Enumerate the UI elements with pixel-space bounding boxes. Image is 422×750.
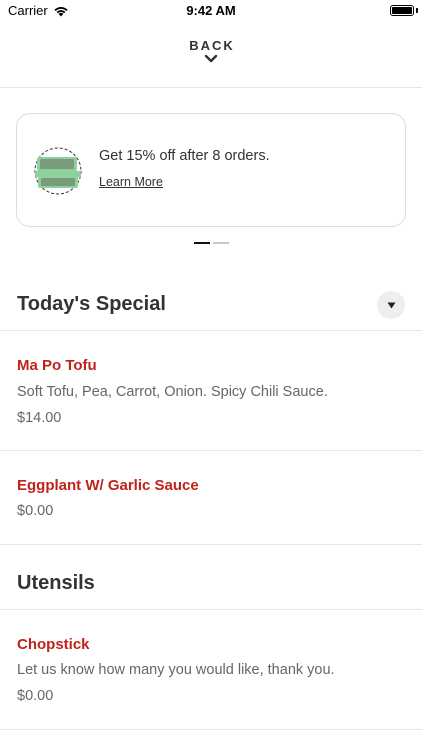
carousel-pager [0, 242, 422, 244]
takeout-box-icon [34, 147, 82, 195]
pager-dot-active[interactable] [193, 242, 210, 244]
item-description: Soft Tofu, Pea, Carrot, Onion. Spicy Chi… [17, 384, 328, 400]
menu-item-ma-po-tofu[interactable]: Ma Po Tofu Soft Tofu, Pea, Carrot, Onion… [0, 331, 422, 451]
caret-down-icon [387, 302, 395, 308]
chevron-down-icon [204, 54, 218, 63]
item-name: Chopstick [17, 636, 90, 653]
item-name: Ma Po Tofu [17, 357, 97, 374]
promo-text: Get 15% off after 8 orders. [99, 148, 270, 164]
item-price: $0.00 [17, 503, 54, 519]
section-title: Utensils [17, 572, 95, 594]
section-header-utensils: Utensils [0, 558, 422, 610]
section-title: Today's Special [17, 293, 166, 315]
item-price: $0.00 [17, 688, 54, 704]
battery-icon [390, 5, 414, 16]
item-description: Let us know how many you would like, tha… [17, 662, 335, 678]
learn-more-link[interactable]: Learn More [99, 175, 163, 189]
battery-tip [416, 8, 418, 13]
header: BACK [0, 24, 422, 88]
status-bar: Carrier 9:42 AM [0, 0, 422, 24]
status-time: 9:42 AM [186, 3, 236, 18]
back-label: BACK [189, 38, 235, 53]
back-button[interactable]: BACK [161, 38, 261, 78]
item-price: $14.00 [17, 410, 62, 426]
menu-item-chopstick[interactable]: Chopstick Let us know how many you would… [0, 610, 422, 730]
menu-item-eggplant[interactable]: Eggplant W/ Garlic Sauce $0.00 [0, 451, 422, 545]
pager-dot[interactable] [212, 242, 229, 244]
item-name: Eggplant W/ Garlic Sauce [17, 477, 199, 494]
promo-card[interactable]: Get 15% off after 8 orders. Learn More [16, 113, 406, 227]
section-header-todays-special: Today's Special [0, 279, 422, 331]
collapse-button[interactable] [377, 291, 405, 319]
